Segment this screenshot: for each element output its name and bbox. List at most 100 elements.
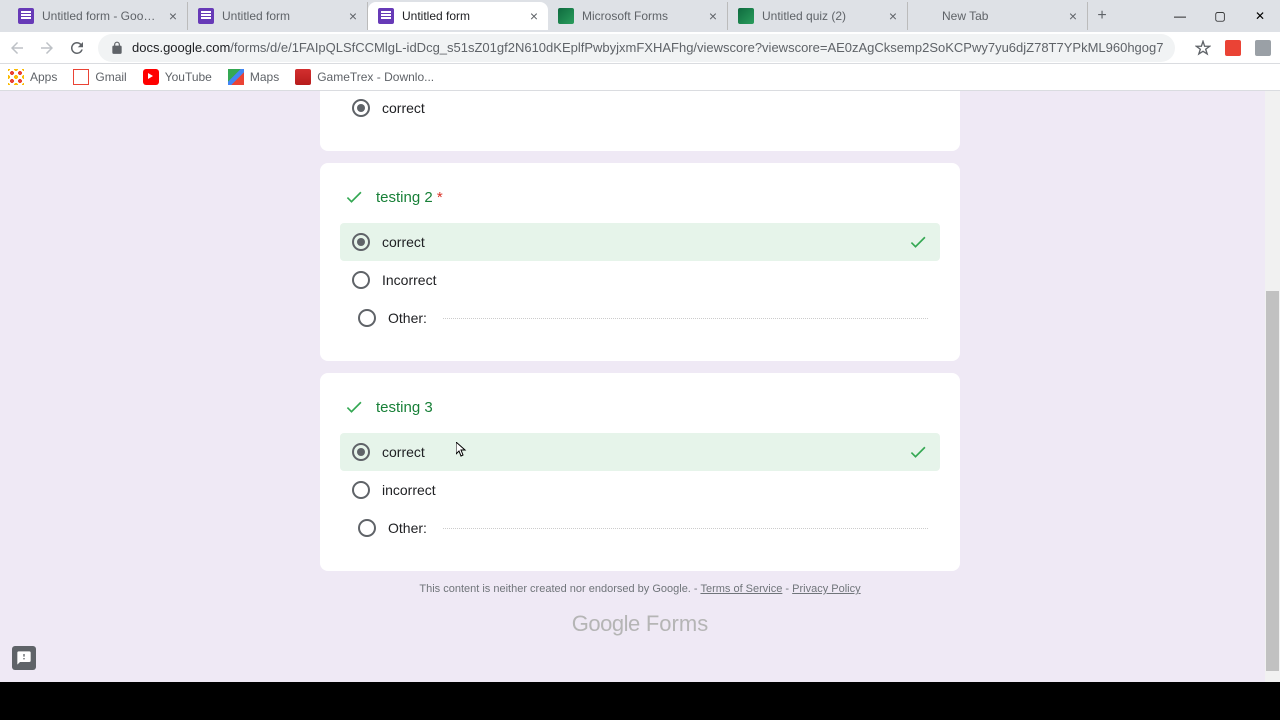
required-asterisk: * (437, 189, 443, 206)
bookmark-youtube[interactable]: YouTube (143, 69, 212, 85)
radio-icon (358, 309, 376, 327)
close-icon[interactable]: × (889, 8, 897, 24)
check-icon (344, 187, 364, 207)
lock-icon (110, 41, 124, 55)
bookmark-label: Apps (30, 70, 57, 84)
bookmark-maps[interactable]: Maps (228, 69, 279, 85)
option-text: correct (382, 444, 425, 460)
question-card-2: testing 2 * correct Incorrect Other: (320, 163, 960, 361)
tab-3[interactable]: Microsoft Forms × (548, 2, 728, 30)
tab-5[interactable]: New Tab × (908, 2, 1088, 30)
bookmark-label: Maps (250, 70, 279, 84)
question-card-1: correct (320, 91, 960, 151)
form-container: correct testing 2 * correct Incorrect Ot… (320, 91, 960, 637)
blank-icon (918, 8, 934, 24)
question-card-3: testing 3 correct incorrect Other: (320, 373, 960, 571)
tab-title: Untitled form (222, 9, 341, 23)
option-text: Other: (388, 310, 427, 326)
radio-selected-icon (352, 99, 370, 117)
arrow-right-icon (38, 39, 56, 57)
star-icon[interactable] (1195, 40, 1211, 56)
reload-icon (68, 39, 86, 57)
radio-selected-icon (352, 443, 370, 461)
browser-chrome: Untitled form - Google Form × Untitled f… (0, 0, 1280, 91)
bookmark-gmail[interactable]: Gmail (73, 69, 126, 85)
google-forms-logo[interactable]: Google Forms (320, 611, 960, 637)
reload-button[interactable] (68, 38, 86, 58)
option-text: incorrect (382, 482, 436, 498)
bookmark-apps[interactable]: Apps (8, 69, 57, 85)
bottom-bar (0, 682, 1280, 720)
footer-disclaimer: This content is neither created nor endo… (320, 583, 960, 595)
check-icon (908, 232, 928, 252)
report-icon (16, 650, 32, 666)
tab-1[interactable]: Untitled form × (188, 2, 368, 30)
option-text: Incorrect (382, 272, 436, 288)
option-text: correct (382, 234, 425, 250)
gmail-icon (73, 69, 89, 85)
bookmarks-bar: Apps Gmail YouTube Maps GameTrex - Downl… (0, 64, 1280, 91)
close-icon[interactable]: × (349, 8, 357, 24)
close-icon[interactable]: × (530, 8, 538, 24)
scrollbar[interactable] (1265, 91, 1280, 682)
forward-button[interactable] (38, 38, 56, 58)
new-tab-button[interactable]: + (1088, 2, 1116, 30)
option-incorrect[interactable]: Incorrect (344, 261, 936, 299)
extension-icon[interactable] (1255, 40, 1271, 56)
msforms-icon (738, 8, 754, 24)
check-icon (344, 397, 364, 417)
url-text: docs.google.com/forms/d/e/1FAIpQLSfCCMlg… (132, 40, 1163, 55)
forms-icon (198, 8, 214, 24)
apps-icon (8, 69, 24, 85)
window-controls: — ▢ ✕ (1160, 0, 1280, 32)
tab-title: Untitled quiz (2) (762, 9, 881, 23)
maximize-button[interactable]: ▢ (1200, 0, 1240, 32)
arrow-left-icon (8, 39, 26, 57)
toolbar-icons (1187, 38, 1280, 58)
tab-2[interactable]: Untitled form × (368, 2, 548, 30)
option-row: correct (344, 91, 936, 127)
tab-0[interactable]: Untitled form - Google Form × (8, 2, 188, 30)
radio-selected-icon (352, 233, 370, 251)
option-correct[interactable]: correct (340, 223, 940, 261)
close-window-button[interactable]: ✕ (1240, 0, 1280, 32)
address-bar: docs.google.com/forms/d/e/1FAIpQLSfCCMlg… (0, 32, 1280, 64)
report-problem-button[interactable] (12, 646, 36, 670)
option-text: Other: (388, 520, 427, 536)
forms-icon (378, 8, 394, 24)
close-icon[interactable]: × (1069, 8, 1077, 24)
question-header: testing 2 * (344, 187, 936, 207)
option-correct[interactable]: correct (340, 433, 940, 471)
radio-icon (352, 271, 370, 289)
scrollbar-thumb[interactable] (1266, 291, 1279, 671)
option-incorrect[interactable]: incorrect (344, 471, 936, 509)
url-bar[interactable]: docs.google.com/forms/d/e/1FAIpQLSfCCMlg… (98, 34, 1175, 62)
other-input[interactable] (443, 318, 928, 319)
check-icon (908, 442, 928, 462)
tab-title: Untitled form - Google Form (42, 9, 161, 23)
extension-icon[interactable] (1225, 40, 1241, 56)
bookmark-gametrex[interactable]: GameTrex - Downlo... (295, 69, 434, 85)
question-header: testing 3 (344, 397, 936, 417)
viewport: correct testing 2 * correct Incorrect Ot… (0, 91, 1280, 682)
option-other[interactable]: Other: (344, 509, 936, 547)
question-title: testing 3 (376, 399, 433, 416)
minimize-button[interactable]: — (1160, 0, 1200, 32)
tab-title: Untitled form (402, 9, 522, 23)
privacy-link[interactable]: Privacy Policy (792, 583, 860, 595)
back-button[interactable] (8, 38, 26, 58)
question-title: testing 2 * (376, 189, 443, 206)
tab-4[interactable]: Untitled quiz (2) × (728, 2, 908, 30)
bookmark-label: YouTube (165, 70, 212, 84)
radio-icon (352, 481, 370, 499)
close-icon[interactable]: × (709, 8, 717, 24)
close-icon[interactable]: × (169, 8, 177, 24)
option-other[interactable]: Other: (344, 299, 936, 337)
option-text: correct (382, 100, 425, 116)
msforms-icon (558, 8, 574, 24)
youtube-icon (143, 69, 159, 85)
other-input[interactable] (443, 528, 928, 529)
radio-icon (358, 519, 376, 537)
tos-link[interactable]: Terms of Service (700, 583, 782, 595)
forms-icon (18, 8, 34, 24)
